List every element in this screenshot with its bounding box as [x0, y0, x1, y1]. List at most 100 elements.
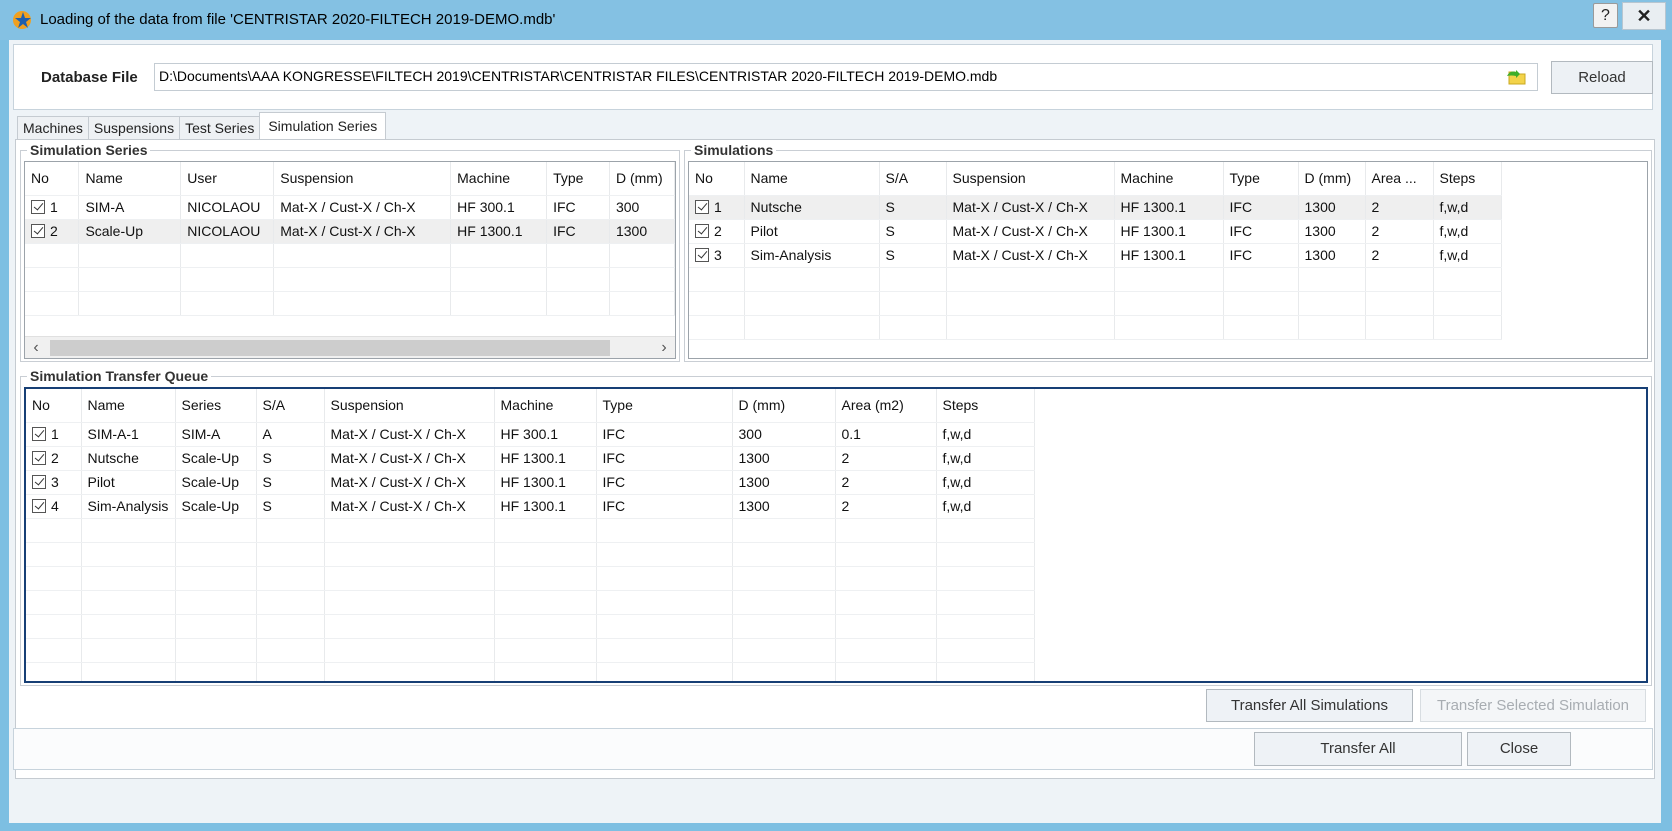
row-checkbox[interactable] — [32, 427, 46, 441]
scroll-right-icon[interactable]: › — [653, 337, 675, 358]
simulations-grid[interactable]: No Name S/A Suspension Machine Type D (m… — [688, 161, 1648, 359]
row-checkbox[interactable] — [695, 248, 709, 262]
column-header-d-mm[interactable]: D (mm) — [732, 389, 836, 423]
column-header-name[interactable]: Name — [744, 162, 880, 196]
cell-area: 2 — [835, 470, 937, 495]
column-header-type[interactable]: Type — [1223, 162, 1299, 196]
tab-machines[interactable]: Machines — [17, 116, 89, 140]
transfer-selected-simulation-button[interactable]: Transfer Selected Simulation — [1420, 689, 1646, 722]
column-header-name[interactable]: Name — [78, 162, 182, 196]
column-header-sa[interactable]: S/A — [879, 162, 947, 196]
cell-no[interactable]: 3 — [26, 470, 82, 495]
table-row-selected[interactable]: 2 Scale-Up NICOLAOU Mat-X / Cust-X / Ch-… — [25, 219, 675, 244]
cell-suspension: Mat-X / Cust-X / Ch-X — [946, 243, 1115, 268]
table-row[interactable]: 3 Sim-Analysis S Mat-X / Cust-X / Ch-X H… — [689, 243, 1502, 268]
column-header-no[interactable]: No — [25, 162, 80, 196]
table-row[interactable]: 2 Pilot S Mat-X / Cust-X / Ch-X HF 1300.… — [689, 219, 1502, 244]
transfer-all-button[interactable]: Transfer All — [1254, 732, 1462, 766]
cell-d-mm: 1300 — [732, 470, 836, 495]
column-header-d-mm[interactable]: D (mm) — [1298, 162, 1366, 196]
column-header-user[interactable]: User — [180, 162, 275, 196]
cell-sa: A — [256, 422, 325, 447]
cell-type: IFC — [596, 422, 733, 447]
cell-no[interactable]: 3 — [689, 243, 745, 268]
column-header-suspension[interactable]: Suspension — [324, 389, 495, 423]
table-row[interactable]: 1 SIM-A-1 SIM-A A Mat-X / Cust-X / Ch-X … — [26, 422, 1035, 447]
folder-open-icon[interactable] — [1505, 68, 1527, 86]
column-header-no[interactable]: No — [26, 389, 82, 423]
empty-row — [26, 566, 1035, 591]
column-header-suspension[interactable]: Suspension — [946, 162, 1115, 196]
row-checkbox[interactable] — [31, 200, 45, 214]
cell-sa: S — [256, 470, 325, 495]
help-button[interactable]: ? — [1593, 3, 1618, 28]
cell-suspension: Mat-X / Cust-X / Ch-X — [324, 422, 495, 447]
empty-row — [26, 614, 1035, 639]
cell-series: SIM-A — [175, 422, 257, 447]
column-header-machine[interactable]: Machine — [494, 389, 597, 423]
horizontal-scrollbar[interactable]: ‹ › — [25, 336, 675, 358]
database-file-input[interactable]: D:\Documents\AAA KONGRESSE\FILTECH 2019\… — [154, 63, 1538, 91]
close-button[interactable]: Close — [1467, 732, 1571, 766]
database-panel: Database File D:\Documents\AAA KONGRESSE… — [13, 44, 1653, 110]
column-header-name[interactable]: Name — [81, 389, 176, 423]
cell-no[interactable]: 1 — [689, 195, 745, 220]
cell-no[interactable]: 2 — [25, 219, 80, 244]
row-checkbox[interactable] — [695, 224, 709, 238]
column-header-sa[interactable]: S/A — [256, 389, 325, 423]
table-row[interactable]: 4 Sim-Analysis Scale-Up S Mat-X / Cust-X… — [26, 494, 1035, 519]
cell-suspension: Mat-X / Cust-X / Ch-X — [324, 470, 495, 495]
table-row[interactable]: 3 Pilot Scale-Up S Mat-X / Cust-X / Ch-X… — [26, 470, 1035, 495]
simulation-series-grid[interactable]: No Name User Suspension Machine Type D (… — [24, 161, 676, 359]
cell-no[interactable]: 1 — [26, 422, 82, 447]
empty-row — [689, 291, 1502, 316]
cell-machine: HF 1300.1 — [1114, 195, 1224, 220]
cell-machine: HF 1300.1 — [494, 494, 597, 519]
cell-suspension: Mat-X / Cust-X / Ch-X — [324, 494, 495, 519]
tab-simulation-series[interactable]: Simulation Series — [259, 112, 387, 140]
column-header-series[interactable]: Series — [175, 389, 257, 423]
column-header-machine[interactable]: Machine — [1114, 162, 1224, 196]
column-header-machine[interactable]: Machine — [450, 162, 548, 196]
cell-d-mm: 1300 — [609, 219, 675, 244]
row-checkbox[interactable] — [31, 224, 45, 238]
cell-suspension: Mat-X / Cust-X / Ch-X — [273, 195, 452, 220]
cell-name: Nutsche — [744, 195, 880, 220]
table-row[interactable]: 1 SIM-A NICOLAOU Mat-X / Cust-X / Ch-X H… — [25, 195, 675, 220]
scrollbar-thumb[interactable] — [50, 340, 610, 356]
column-header-type[interactable]: Type — [596, 389, 733, 423]
cell-name: Pilot — [81, 470, 176, 495]
tab-suspensions[interactable]: Suspensions — [87, 116, 181, 140]
table-row-selected[interactable]: 1 Nutsche S Mat-X / Cust-X / Ch-X HF 130… — [689, 195, 1502, 220]
header-row: No Name User Suspension Machine Type D (… — [25, 162, 675, 196]
scroll-left-icon[interactable]: ‹ — [25, 337, 47, 358]
transfer-all-simulations-button[interactable]: Transfer All Simulations — [1206, 689, 1413, 722]
column-header-suspension[interactable]: Suspension — [273, 162, 452, 196]
column-header-area[interactable]: Area (m2) — [835, 389, 937, 423]
column-header-steps[interactable]: Steps — [1433, 162, 1502, 196]
cell-name: Sim-Analysis — [744, 243, 880, 268]
tab-test-series[interactable]: Test Series — [179, 116, 261, 140]
cell-no[interactable]: 1 — [25, 195, 80, 220]
column-header-d-mm[interactable]: D (mm) — [609, 162, 675, 196]
table-row[interactable]: 2 Nutsche Scale-Up S Mat-X / Cust-X / Ch… — [26, 446, 1035, 471]
reload-button[interactable]: Reload — [1551, 61, 1653, 94]
column-header-area[interactable]: Area ... — [1365, 162, 1434, 196]
window-close-button[interactable]: ✕ — [1622, 2, 1666, 30]
row-checkbox[interactable] — [32, 451, 46, 465]
row-checkbox[interactable] — [32, 475, 46, 489]
cell-no[interactable]: 4 — [26, 494, 82, 519]
column-header-type[interactable]: Type — [546, 162, 610, 196]
cell-no[interactable]: 2 — [26, 446, 82, 471]
column-header-no[interactable]: No — [689, 162, 745, 196]
cell-type: IFC — [596, 470, 733, 495]
row-checkbox[interactable] — [695, 200, 709, 214]
row-checkbox[interactable] — [32, 499, 46, 513]
column-header-steps[interactable]: Steps — [936, 389, 1035, 423]
database-file-path: D:\Documents\AAA KONGRESSE\FILTECH 2019\… — [159, 68, 998, 84]
transfer-queue-grid[interactable]: No Name Series S/A Suspension Machine Ty… — [24, 387, 1648, 683]
cell-suspension: Mat-X / Cust-X / Ch-X — [946, 219, 1115, 244]
cell-no[interactable]: 2 — [689, 219, 745, 244]
cell-d-mm: 300 — [732, 422, 836, 447]
cell-d-mm: 1300 — [732, 446, 836, 471]
